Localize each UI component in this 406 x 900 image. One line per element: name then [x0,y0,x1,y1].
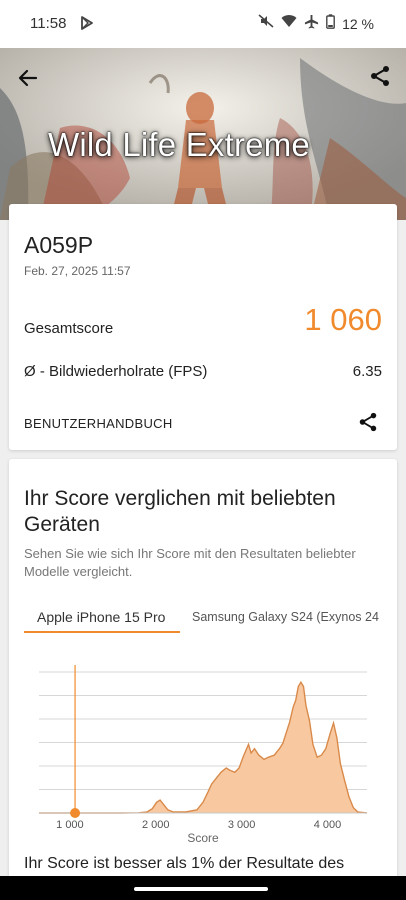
hero-banner: Wild Life Extreme [0,48,406,220]
share-icon[interactable] [368,64,392,88]
battery-icon [326,13,335,34]
device-name: A059P [24,232,94,258]
navigation-bar [0,876,406,900]
status-bar: 11:58 12 % [0,0,406,48]
percentile-result-text: Ihr Score ist besser als 1% der Resultat… [24,855,345,872]
airplane-icon [304,14,319,34]
result-card: A059P Feb. 27, 2025 11:57 Gesamtscore 1 … [9,204,397,450]
your-score-marker-dot [70,808,81,818]
active-tab-indicator [24,631,180,633]
back-arrow-icon[interactable] [16,66,40,90]
status-time: 11:58 [30,15,67,32]
fps-value: 6.35 [352,363,382,380]
x-tick-label: 4 000 [314,819,342,831]
distribution-area [39,682,367,813]
wifi-icon [281,14,297,33]
fps-label: Ø - Bildwiederholrate (FPS) [24,363,208,380]
score-value: 1 060 [304,302,382,337]
result-date: Feb. 27, 2025 11:57 [24,264,131,278]
status-icons: 12 % [258,13,374,34]
x-tick-label: 1 000 [56,819,84,831]
x-tick-label: 2 000 [142,819,170,831]
play-store-icon [80,15,94,36]
mute-icon [258,13,274,34]
score-distribution-chart: 1 000 2 000 3 000 4 000 Score [39,665,368,845]
x-axis-label: Score [187,831,219,845]
battery-percent: 12 % [342,15,374,32]
home-gesture-handle[interactable] [134,887,268,891]
benchmark-title: Wild Life Extreme [48,126,310,163]
comparison-title: Ihr Score verglichen mit beliebten Gerät… [24,487,336,536]
comparison-card: Ihr Score verglichen mit beliebten Gerät… [9,459,397,900]
share-result-icon[interactable] [357,411,379,433]
tab-samsung-galaxy-s24[interactable]: Samsung Galaxy S24 (Exynos 24 [192,610,379,624]
tab-apple-iphone-15-pro[interactable]: Apple iPhone 15 Pro [37,609,165,625]
x-tick-label: 3 000 [228,819,256,831]
user-manual-link[interactable]: BENUTZERHANDBUCH [24,416,173,431]
comparison-subtitle: Sehen Sie wie sich Ihr Score mit den Res… [24,546,356,579]
score-label: Gesamtscore [24,320,114,337]
